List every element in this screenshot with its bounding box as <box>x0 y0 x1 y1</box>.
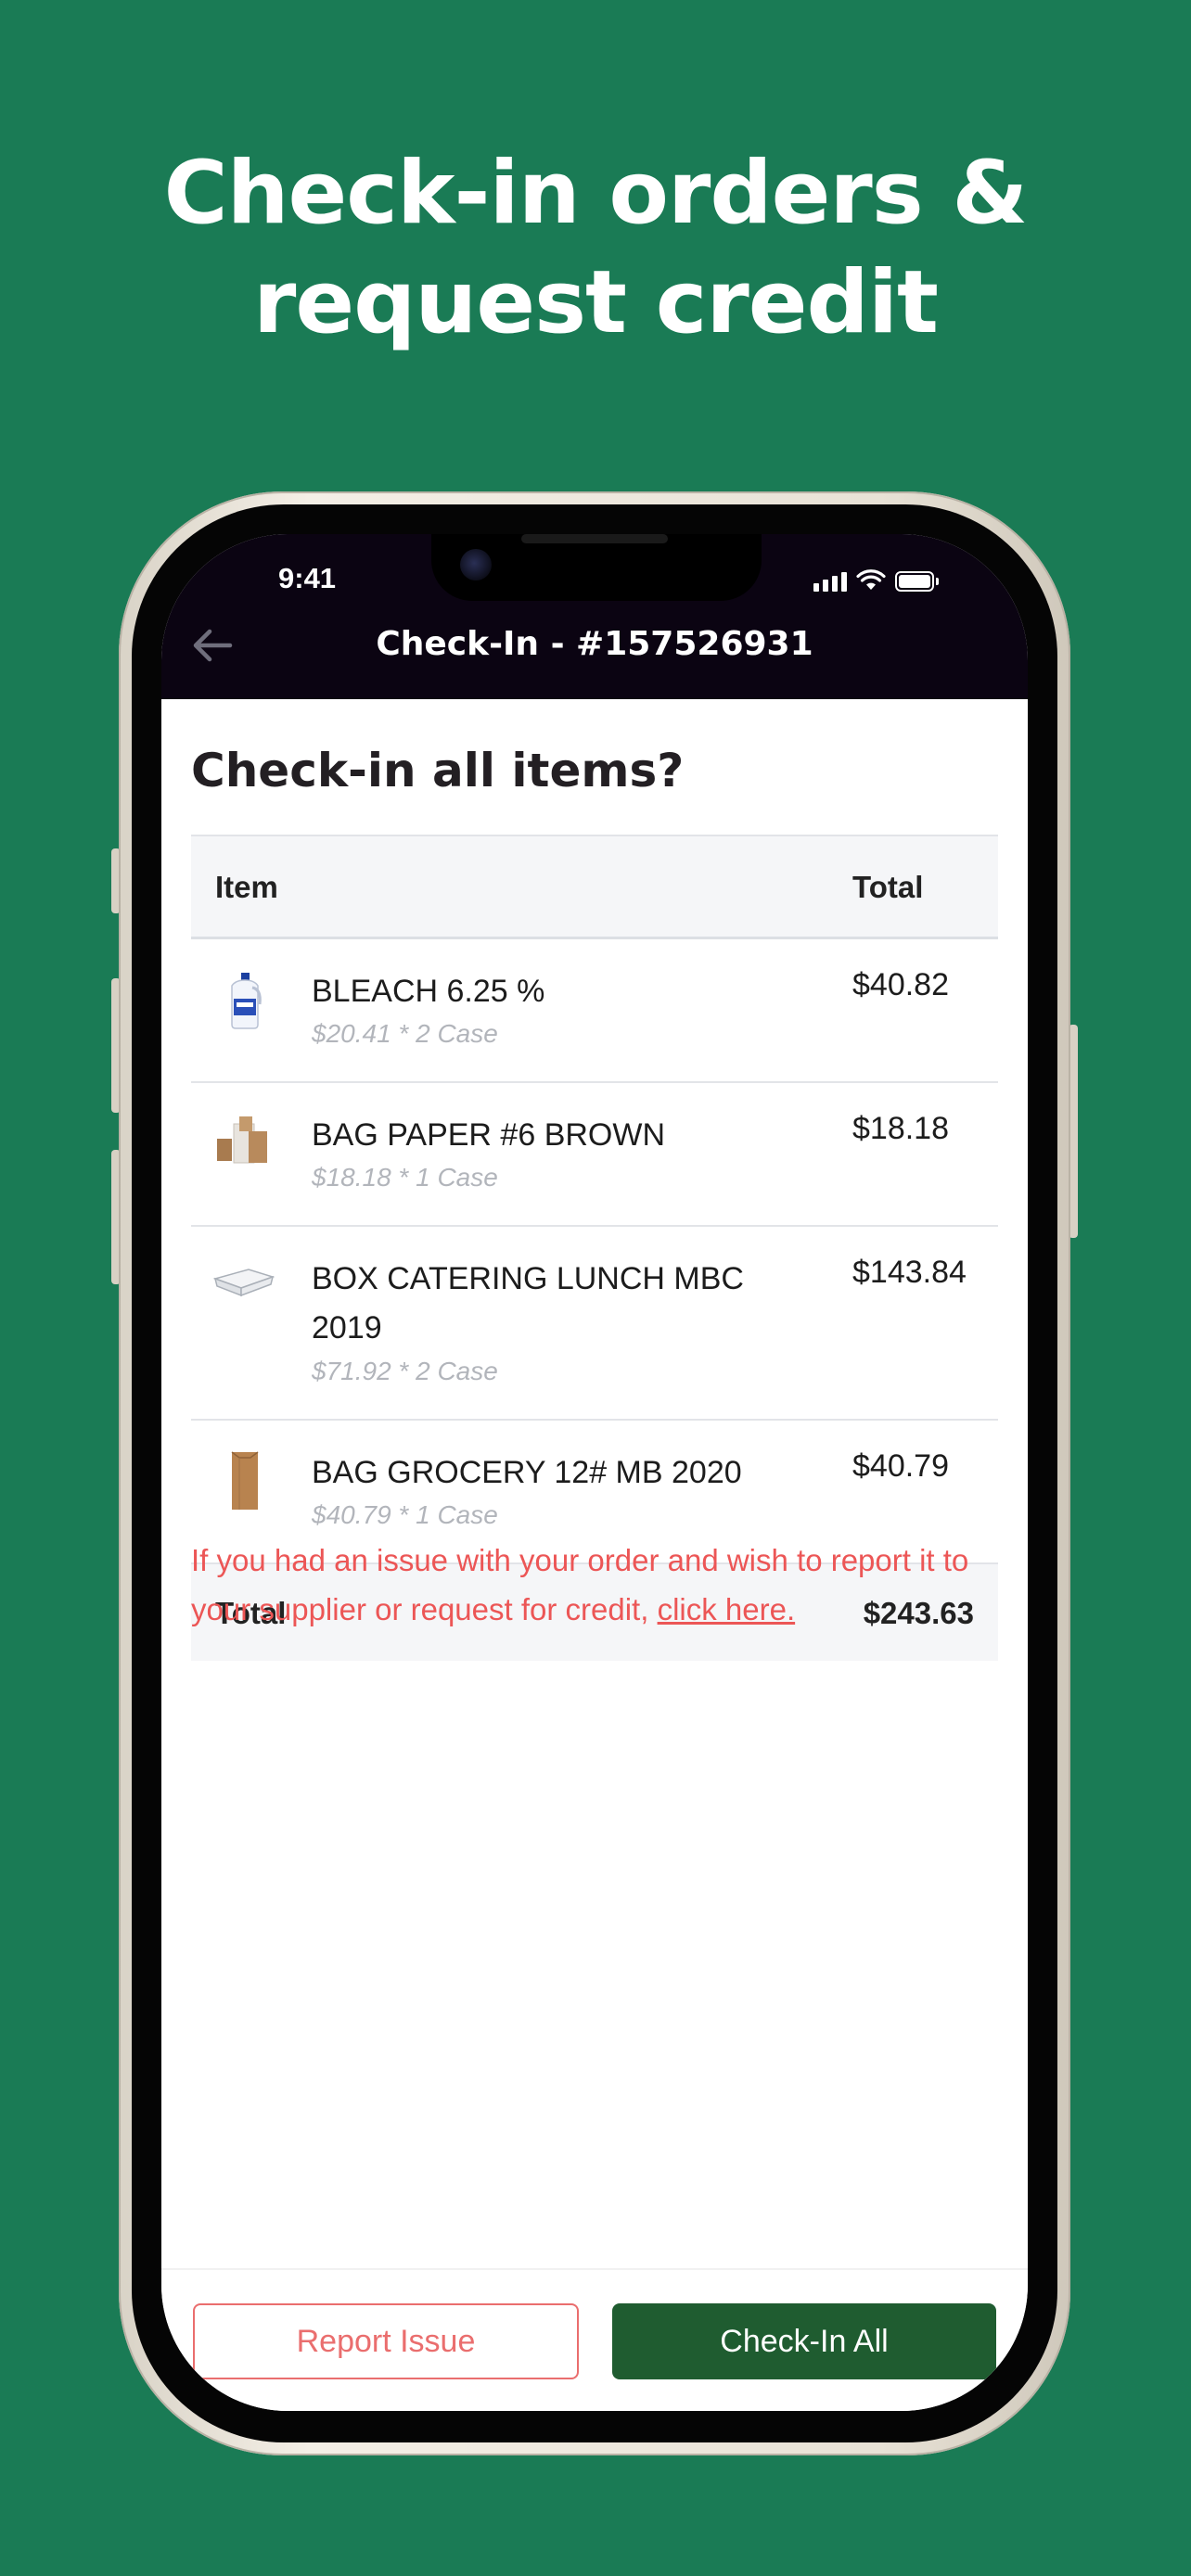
check-in-all-button[interactable]: Check-In All <box>612 2303 996 2379</box>
wifi-icon <box>856 569 886 590</box>
speaker-grille <box>521 534 668 543</box>
item-total: $143.84 <box>852 1255 967 1290</box>
headline-line-2: request credit <box>253 252 939 353</box>
catering-box-image <box>212 1269 275 1297</box>
table-header: Item Total <box>191 835 998 939</box>
battery-icon <box>895 571 934 592</box>
table-row[interactable]: BAG PAPER #6 BROWN $18.18 * 1 Case $18.1… <box>191 1083 998 1227</box>
report-issue-button[interactable]: Report Issue <box>193 2303 579 2379</box>
header-total: Total <box>852 870 924 904</box>
headline: Check-in orders & request credit <box>0 139 1191 358</box>
nav-title: Check-In - #157526931 <box>376 625 813 663</box>
signal-icon <box>813 569 847 592</box>
item-detail: $40.79 * 1 Case <box>312 1500 498 1529</box>
bleach-bottle-image <box>231 973 262 1029</box>
status-icons <box>813 567 939 592</box>
credit-notice: If you had an issue with your order and … <box>191 1536 1007 1634</box>
notice-text: If you had an issue with your order and … <box>191 1543 969 1626</box>
click-here-link[interactable]: click here. <box>658 1592 796 1626</box>
status-time: 9:41 <box>278 562 337 594</box>
item-total: $18.18 <box>852 1111 949 1146</box>
battery-tip <box>936 578 939 585</box>
item-total: $40.82 <box>852 967 949 1002</box>
page-title: Check-in all items? <box>191 744 685 797</box>
phone-screen: 9:41 Check-In - #157526931 Check-in all … <box>161 534 1028 2411</box>
item-detail: $20.41 * 2 Case <box>312 1019 498 1048</box>
item-name: BOX CATERING LUNCH MBC 2019 <box>312 1261 744 1345</box>
item-detail: $18.18 * 1 Case <box>312 1163 498 1192</box>
item-total: $40.79 <box>852 1448 949 1484</box>
headline-line-1: Check-in orders & <box>163 143 1029 244</box>
camera-icon <box>460 549 492 580</box>
table-row[interactable]: BOX CATERING LUNCH MBC 2019 $71.92 * 2 C… <box>191 1227 998 1421</box>
item-name: BLEACH 6.25 % <box>312 974 545 1009</box>
paper-bags-image <box>217 1116 267 1164</box>
item-name: BAG GROCERY 12# MB 2020 <box>312 1455 742 1490</box>
header-bar: 9:41 Check-In - #157526931 <box>161 534 1028 699</box>
bottom-action-bar: Report Issue Check-In All <box>161 2268 1028 2411</box>
header-item: Item <box>215 870 278 904</box>
grocery-bag-image <box>231 1451 259 1510</box>
table-row[interactable]: BLEACH 6.25 % $20.41 * 2 Case $40.82 <box>191 939 998 1083</box>
item-name: BAG PAPER #6 BROWN <box>312 1117 666 1153</box>
item-detail: $71.92 * 2 Case <box>312 1357 498 1385</box>
